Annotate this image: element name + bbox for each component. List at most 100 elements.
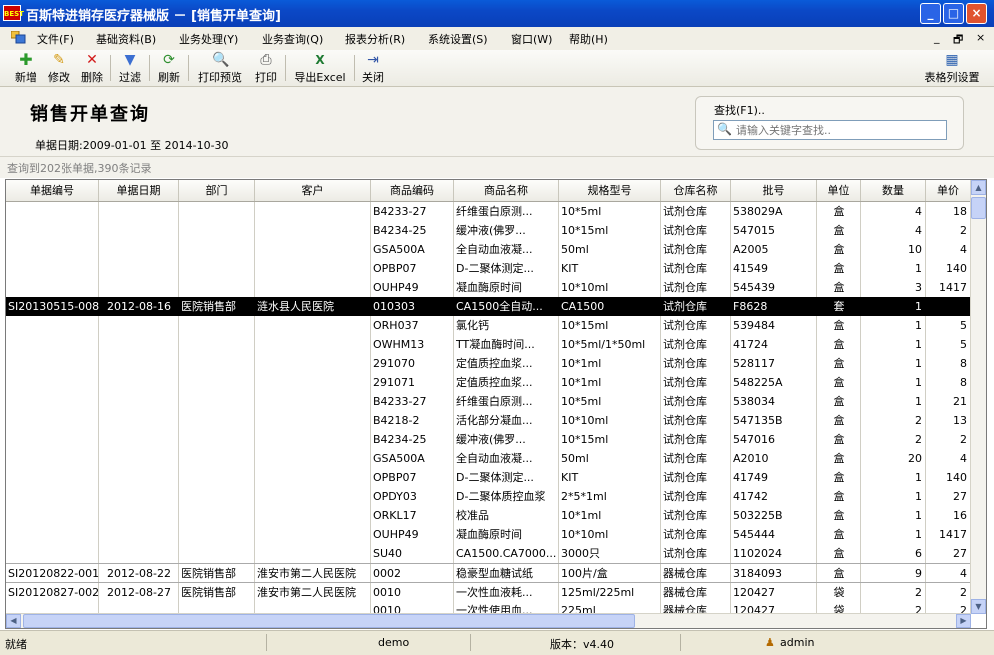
cell-price: 2 bbox=[960, 433, 967, 446]
delete-button[interactable]: ✕ 删除 bbox=[78, 52, 106, 84]
col-bill-no-header[interactable]: 单据编号 bbox=[6, 180, 99, 201]
table-row[interactable]: OUHP49 凝血酶原时间 10*10ml 试剂仓库 545439 盒 3 1417 bbox=[6, 278, 971, 297]
col-spec-header[interactable]: 规格型号 bbox=[559, 180, 661, 201]
col-quantity-header[interactable]: 数量 bbox=[861, 180, 926, 201]
print-button[interactable]: ⎙ 打印 bbox=[252, 52, 280, 84]
cell-unit: 盒 bbox=[833, 528, 845, 541]
col-price-header[interactable]: 单价 bbox=[926, 180, 971, 201]
table-row[interactable]: ORH037 氯化钙 10*15ml 试剂仓库 539484 盒 1 5 bbox=[6, 316, 971, 335]
mdi-window-icon[interactable] bbox=[11, 31, 26, 44]
horizontal-scroll-thumb[interactable] bbox=[23, 614, 635, 628]
scroll-left-arrow-icon[interactable]: ◀ bbox=[6, 614, 21, 628]
table-row[interactable]: 291071 定值质控血浆... 10*1ml 试剂仓库 548225A 盒 1 8 bbox=[6, 373, 971, 392]
table-row[interactable]: B4233-27 纤维蛋白原测... 10*5ml 试剂仓库 538034 盒 1 21 bbox=[6, 392, 971, 411]
table-row[interactable]: 291070 定值质控血浆... 10*1ml 试剂仓库 528117 盒 1 8 bbox=[6, 354, 971, 373]
table-row[interactable]: OWHM13 TT凝血酶时间... 10*5ml/1*50ml 试剂仓库 41724 盒 1… bbox=[6, 335, 971, 354]
table-row[interactable]: B4234-25 缓冲液(佛罗... 10*15ml 试剂仓库 547016 盒 2 2 bbox=[6, 430, 971, 449]
cell-batch: 528117 bbox=[733, 357, 775, 370]
table-row[interactable]: GSA500A 全自动血液凝... 50ml 试剂仓库 A2010 盒 20 4 bbox=[6, 449, 971, 468]
cell-bill-no: SI20120827-002 bbox=[8, 586, 99, 599]
table-row-selected[interactable]: SI20130515-008 2012-08-16 医院销售部 涟水县人民医院 0103… bbox=[6, 297, 971, 316]
cell-batch: 545439 bbox=[733, 281, 775, 294]
filter-button[interactable]: ▼ 过滤 bbox=[116, 52, 144, 84]
maximize-button[interactable]: □ bbox=[943, 3, 964, 24]
cell-customer bbox=[255, 202, 371, 221]
table-row[interactable]: SI20120827-002 2012-08-27 医院销售部 淮安市第二人民医院 00… bbox=[6, 582, 971, 602]
column-settings-button[interactable]: ▦ 表格列设置 bbox=[920, 52, 984, 84]
cell-item-name: D-二聚体测定... bbox=[456, 471, 534, 484]
menu-help[interactable]: 帮助(H) bbox=[569, 31, 608, 47]
cell-department: 医院销售部 bbox=[181, 567, 236, 580]
table-row[interactable]: OPBP07 D-二聚体测定... KIT 试剂仓库 41749 盒 1 140 bbox=[6, 468, 971, 487]
menu-window[interactable]: 窗口(W) bbox=[511, 31, 552, 47]
table-row[interactable]: GSA500A 全自动血液凝... 50ml 试剂仓库 A2005 盒 10 4 bbox=[6, 240, 971, 259]
table-row[interactable]: B4234-25 缓冲液(佛罗... 10*15ml 试剂仓库 547015 盒 4 2 bbox=[6, 221, 971, 240]
print-preview-button[interactable]: 🔍 打印预览 bbox=[195, 52, 245, 84]
table-row[interactable]: B4233-27 纤维蛋白原测... 10*5ml 试剂仓库 538029A 盒 4 18 bbox=[6, 202, 971, 221]
mdi-close-button[interactable]: × bbox=[976, 31, 985, 44]
cell-department bbox=[179, 449, 255, 468]
cell-warehouse: 试剂仓库 bbox=[663, 547, 707, 560]
cell-department bbox=[179, 392, 255, 411]
menu-settings[interactable]: 系统设置(S) bbox=[428, 31, 488, 47]
col-item-code-header[interactable]: 商品编码 bbox=[371, 180, 454, 201]
col-customer-header[interactable]: 客户 bbox=[255, 180, 371, 201]
scroll-up-arrow-icon[interactable]: ▲ bbox=[971, 180, 986, 195]
table-row[interactable]: ORKL17 校准品 10*1ml 试剂仓库 503225B 盒 1 16 bbox=[6, 506, 971, 525]
cell-price bbox=[926, 297, 971, 316]
edit-button[interactable]: ✎ 修改 bbox=[45, 52, 73, 84]
scroll-down-arrow-icon[interactable]: ▼ bbox=[971, 599, 986, 614]
cell-batch: 545444 bbox=[733, 528, 775, 541]
cell-spec: 125ml/225ml bbox=[561, 586, 635, 599]
cell-customer bbox=[255, 506, 371, 525]
refresh-button[interactable]: ⟳ 刷新 bbox=[155, 52, 183, 84]
cell-bill-no bbox=[6, 468, 99, 487]
cell-batch: 547135B bbox=[733, 414, 783, 427]
cell-warehouse: 试剂仓库 bbox=[663, 528, 707, 541]
cell-price: 5 bbox=[960, 338, 967, 351]
search-input[interactable] bbox=[736, 122, 936, 138]
cell-bill-no: SI20120822-001 bbox=[8, 567, 99, 580]
cell-customer: 淮安市第二人民医院 bbox=[257, 586, 356, 599]
table-row[interactable]: B4218-2 活化部分凝血... 10*10ml 试剂仓库 547135B 盒 2 13 bbox=[6, 411, 971, 430]
menu-file[interactable]: 文件(F) bbox=[37, 31, 74, 47]
col-warehouse-header[interactable]: 仓库名称 bbox=[661, 180, 731, 201]
table-row[interactable]: OPBP07 D-二聚体测定... KIT 试剂仓库 41549 盒 1 140 bbox=[6, 259, 971, 278]
cell-unit: 盒 bbox=[833, 509, 845, 522]
cell-date bbox=[99, 487, 179, 506]
scroll-right-arrow-icon[interactable]: ▶ bbox=[956, 614, 971, 628]
close-button[interactable]: ⇥ 关闭 bbox=[359, 52, 387, 84]
add-button[interactable]: ✚ 新增 bbox=[12, 52, 40, 85]
cell-bill-no bbox=[6, 487, 99, 506]
table-row[interactable]: SI20120822-001 2012-08-22 医院销售部 淮安市第二人民医院 00… bbox=[6, 563, 971, 583]
horizontal-scrollbar[interactable]: ◀ ▶ bbox=[6, 613, 971, 628]
vertical-scroll-thumb[interactable] bbox=[971, 197, 986, 219]
menu-business[interactable]: 业务处理(Y) bbox=[179, 31, 238, 47]
grid-header: 单据编号 单据日期 部门 客户 商品编码 商品名称 规格型号 仓库名称 批号 单位 数量 单价 bbox=[6, 180, 971, 202]
col-date-header[interactable]: 单据日期 bbox=[99, 180, 179, 201]
mdi-restore-button[interactable]: 🗗 bbox=[953, 31, 963, 50]
close-window-button[interactable]: × bbox=[966, 3, 987, 24]
col-unit-header[interactable]: 单位 bbox=[817, 180, 861, 201]
table-row[interactable]: OPDY03 D-二聚体质控血浆 2*5*1ml 试剂仓库 41742 盒 1 27 bbox=[6, 487, 971, 506]
col-department-header[interactable]: 部门 bbox=[179, 180, 255, 201]
cell-date bbox=[99, 468, 179, 487]
vertical-scrollbar[interactable]: ▲ ▼ bbox=[970, 180, 986, 614]
search-field[interactable]: 🔍 bbox=[713, 120, 947, 140]
mdi-minimize-button[interactable]: _ bbox=[934, 31, 940, 44]
cell-customer bbox=[255, 221, 371, 240]
table-row[interactable]: OUHP49 凝血酶原时间 10*10ml 试剂仓库 545444 盒 1 1417 bbox=[6, 525, 971, 544]
cell-customer bbox=[255, 392, 371, 411]
minimize-button[interactable]: _ bbox=[920, 3, 941, 24]
table-row[interactable]: SU40 CA1500.CA7000... 3000只 试剂仓库 1102024 盒 6 27 bbox=[6, 544, 971, 563]
menu-reports[interactable]: 报表分析(R) bbox=[345, 31, 405, 47]
status-ready: 就绪 bbox=[5, 638, 27, 651]
cell-quantity: 1 bbox=[915, 376, 922, 389]
menu-basic-data[interactable]: 基础资料(B) bbox=[96, 31, 156, 47]
sales-grid[interactable]: 单据编号 单据日期 部门 客户 商品编码 商品名称 规格型号 仓库名称 批号 单位 数量 单价 B42… bbox=[5, 179, 987, 629]
toolbar-separator bbox=[149, 55, 150, 81]
col-item-name-header[interactable]: 商品名称 bbox=[454, 180, 559, 201]
menu-query[interactable]: 业务查询(Q) bbox=[262, 31, 323, 47]
export-excel-button[interactable]: X 导出Excel bbox=[291, 52, 349, 84]
col-batch-header[interactable]: 批号 bbox=[731, 180, 817, 201]
